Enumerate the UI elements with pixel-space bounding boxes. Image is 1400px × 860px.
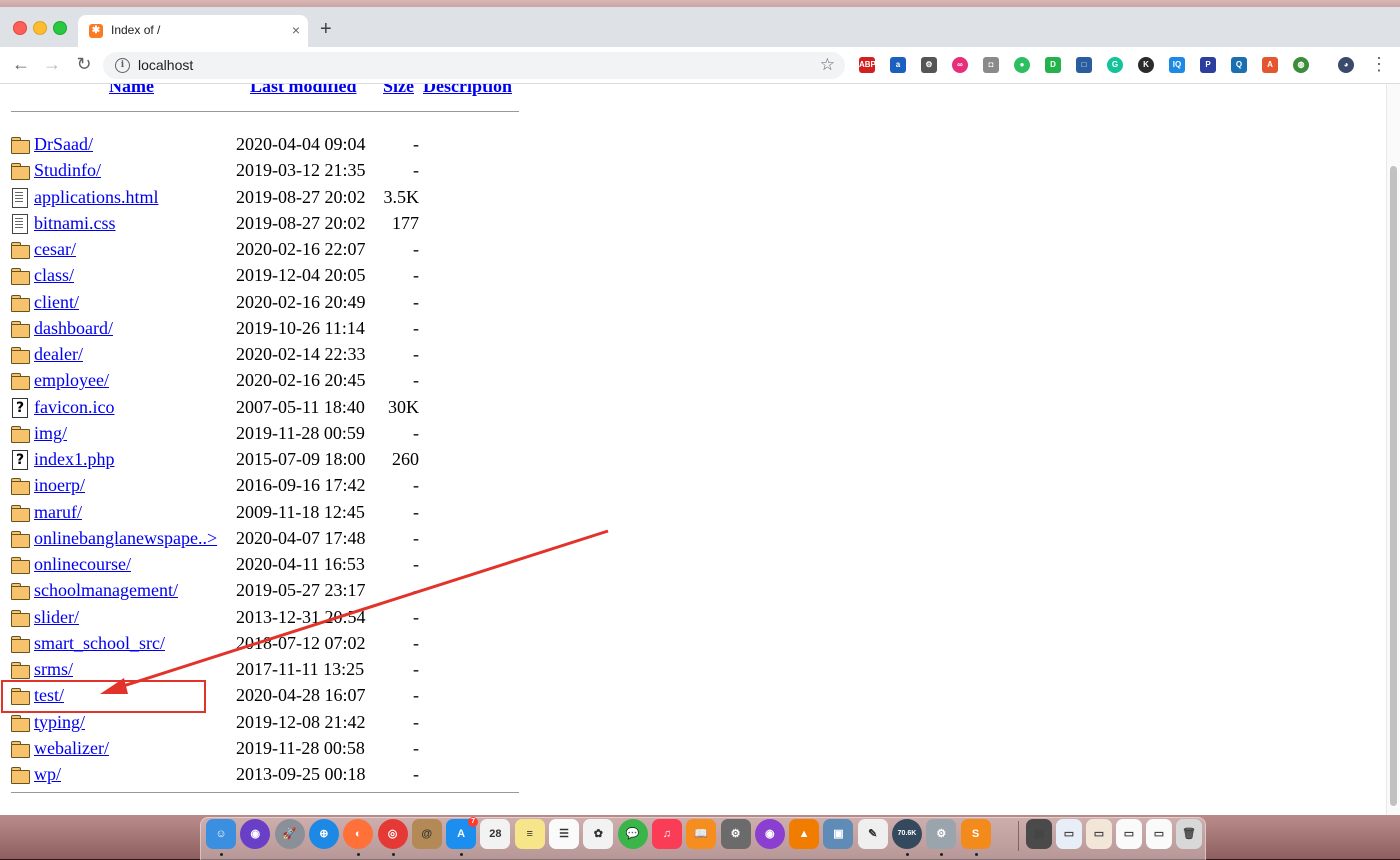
- calendar-icon[interactable]: 28: [480, 819, 511, 849]
- gear-extension-icon[interactable]: ⚙: [921, 57, 937, 73]
- safari-icon[interactable]: ⊕: [308, 819, 339, 849]
- macos-dock: ☺ ◉ 🚀 ⊕ ◐ ◎ @ A 7 28 ≡ ☰ ✿ 💬 ♫ 📖 ⚙ ◉ ▲ ▣ ✎ 70.6K ⚙ S ▤ ▭ ▭ ▭ ▭ 🗑: [0, 815, 1400, 860]
- browser-menu-icon[interactable]: ⋮: [1370, 53, 1388, 75]
- vlc-icon[interactable]: ▲: [789, 819, 820, 849]
- k-extension-icon[interactable]: K: [1138, 57, 1154, 73]
- running-indicator: [906, 853, 909, 856]
- vertical-scrollbar[interactable]: [1386, 84, 1400, 815]
- recent-window-icon-1[interactable]: ▭: [1056, 819, 1082, 849]
- iq-extension-icon[interactable]: IQ: [1169, 57, 1185, 73]
- dot-extension-icon[interactable]: D: [1045, 57, 1061, 73]
- recent-window-icon-4[interactable]: ▭: [1146, 819, 1172, 849]
- new-tab-button[interactable]: +: [320, 19, 332, 39]
- recent-folder-icon-1[interactable]: ▤: [1026, 819, 1052, 849]
- camera-icon[interactable]: ◘: [983, 57, 999, 73]
- address-bar[interactable]: i localhost ☆: [103, 52, 845, 79]
- url-text[interactable]: localhost: [138, 57, 193, 73]
- evernote-icon[interactable]: ●: [1014, 57, 1030, 73]
- xampp-icon: ✱: [89, 24, 103, 38]
- system-preferences-icon[interactable]: ⚙: [720, 819, 751, 849]
- messages-icon[interactable]: 💬: [617, 819, 648, 849]
- trash-icon[interactable]: 🗑: [1176, 819, 1202, 849]
- menu-bar-strip: [0, 0, 1400, 7]
- textedit-icon[interactable]: ✎: [857, 819, 888, 849]
- browser-toolbar: ← → ↻ i localhost ☆ ABP a ⚙ ∞ ◘ ● D □ G K IQ P Q A ◍ ◕ …: [0, 47, 1400, 84]
- running-indicator: [974, 853, 978, 856]
- tab-title: Index of /: [111, 23, 161, 37]
- close-window-button[interactable]: [13, 21, 27, 35]
- triangle-extension-icon[interactable]: A: [1262, 57, 1278, 73]
- scrollbar-thumb[interactable]: [1390, 166, 1397, 806]
- books-icon[interactable]: 📖: [686, 819, 717, 849]
- minimize-window-button[interactable]: [33, 21, 47, 35]
- forward-button[interactable]: →: [41, 53, 63, 75]
- sublime-text-icon[interactable]: S: [960, 819, 991, 849]
- launchpad-icon[interactable]: 🚀: [274, 819, 305, 849]
- link-extension-icon[interactable]: ∞: [952, 57, 968, 73]
- profile-avatar-icon[interactable]: ◕: [1338, 57, 1354, 73]
- annotation-arrow: [100, 529, 609, 694]
- running-indicator: [391, 853, 395, 856]
- utility-icon[interactable]: ⚙: [926, 819, 957, 849]
- back-button[interactable]: ←: [10, 53, 32, 75]
- contacts-icon[interactable]: @: [411, 819, 442, 849]
- music-icon[interactable]: ♫: [651, 819, 682, 849]
- preview-icon[interactable]: ▣: [823, 819, 854, 849]
- grammarly-icon[interactable]: G: [1107, 57, 1123, 73]
- tab-close-icon[interactable]: ×: [292, 22, 300, 38]
- chrome-icon[interactable]: ◎: [377, 819, 408, 849]
- tab-index[interactable]: ✱ Index of / ×: [78, 15, 308, 47]
- reminders-icon[interactable]: ☰: [549, 819, 579, 849]
- tab-bar: ✱ Index of / × +: [0, 7, 1400, 47]
- globe-extension-icon[interactable]: ◍: [1293, 57, 1309, 73]
- adblock-plus-icon[interactable]: ABP: [859, 57, 875, 73]
- bookmark-star-icon[interactable]: ☆: [820, 55, 835, 75]
- recent-window-icon-2[interactable]: ▭: [1086, 819, 1112, 849]
- firefox-icon[interactable]: ◐: [343, 819, 374, 849]
- square-extension-icon[interactable]: □: [1076, 57, 1092, 73]
- site-info-icon[interactable]: i: [115, 58, 130, 73]
- honey-icon[interactable]: a: [890, 57, 906, 73]
- finder-icon[interactable]: ☺: [206, 819, 236, 849]
- recent-window-icon-3[interactable]: ▭: [1116, 819, 1142, 849]
- network-monitor-icon[interactable]: 70.6K: [892, 819, 922, 849]
- psd-extension-icon[interactable]: P: [1200, 57, 1216, 73]
- browser-window: ✱ Index of / × + ← → ↻ i localhost ☆ ABP…: [0, 7, 1400, 815]
- dock-separator: [1018, 821, 1019, 851]
- reload-button[interactable]: ↻: [73, 53, 95, 75]
- running-indicator: [220, 853, 223, 856]
- photos-icon[interactable]: ✿: [583, 819, 614, 849]
- notes-icon[interactable]: ≡: [514, 819, 545, 849]
- zoom-window-button[interactable]: [53, 21, 67, 35]
- podcasts-icon[interactable]: ◉: [754, 819, 785, 849]
- search-extension-icon[interactable]: Q: [1231, 57, 1247, 73]
- page-content: Name Last modified Size Description DrSa…: [0, 84, 1386, 815]
